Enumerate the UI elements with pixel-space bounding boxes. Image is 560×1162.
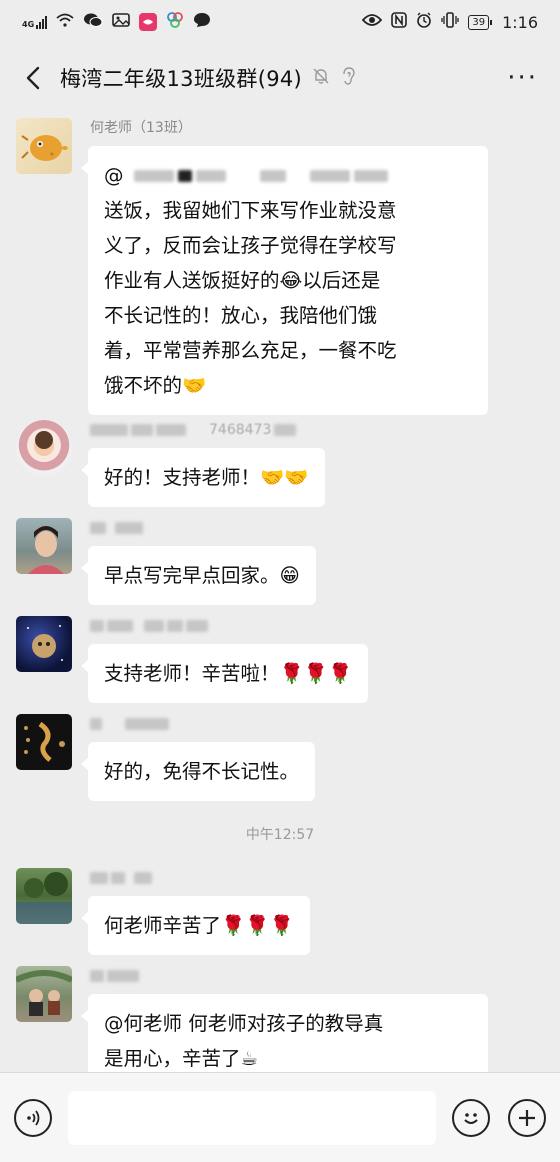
wifi-icon	[56, 13, 74, 31]
message-bubble[interactable]: 早点写完早点回家。😁	[81, 546, 316, 605]
battery-icon: 39	[468, 14, 492, 30]
plus-icon	[519, 1109, 535, 1126]
back-chevron-icon	[26, 66, 40, 90]
chat-header: 梅湾二年级13班级群(94) ···	[0, 44, 560, 112]
ear-icon	[340, 66, 356, 90]
emoji-button[interactable]	[452, 1098, 490, 1137]
avatar[interactable]	[16, 868, 72, 924]
plus-button[interactable]	[508, 1098, 546, 1137]
status-right: 39 1:16	[362, 12, 538, 32]
sender-name	[90, 616, 208, 636]
message-bubble[interactable]: 支持老师！辛苦啦！🌹🌹🌹	[80, 644, 369, 703]
timestamp: 中午12:57	[245, 827, 315, 843]
message-line: 作业有人送饭挺好的😂以后还是	[104, 269, 381, 292]
bell-off-icon	[312, 67, 330, 89]
message-bubble[interactable]: 何老师辛苦了🌹🌹🌹	[81, 896, 310, 955]
message-input[interactable]	[68, 1090, 436, 1145]
avatar[interactable]	[16, 518, 72, 574]
sender-id-partial: 7468473	[209, 422, 272, 438]
message-line: 不长记性的！放心，我陪他们饿	[104, 304, 378, 327]
chat-area[interactable]: 何老师（13班） @ 送饭，我留她们下来写作业就没意 义了，反而会让孩子觉得在学…	[0, 112, 560, 1088]
message-line: 义了，反而会让孩子觉得在学校写	[104, 234, 397, 257]
sender-name	[90, 868, 152, 888]
message-line: 是用心，辛苦了☕	[104, 1047, 258, 1070]
status-bar: 4G 39 1:16	[0, 0, 560, 44]
voice-button[interactable]	[14, 1098, 52, 1137]
vibrate-icon	[441, 12, 459, 32]
message-bubble[interactable]: 好的！支持老师！🤝🤝	[81, 448, 325, 507]
avatar[interactable]	[16, 714, 72, 770]
emoji-icon	[464, 1112, 478, 1124]
sender-name	[90, 966, 139, 986]
back-button[interactable]	[18, 58, 48, 98]
message-line: 着，平常营养那么充足，一餐不吃	[104, 339, 397, 362]
network-type: 4G	[22, 19, 35, 29]
sender-name	[90, 518, 143, 538]
signal-group: 4G	[22, 15, 48, 29]
link-app-icon	[166, 11, 184, 33]
message-icon	[193, 12, 211, 32]
message-line: @何老师 何老师对孩子的教导真	[104, 1012, 384, 1035]
more-button[interactable]: ···	[503, 63, 542, 93]
app-notification-icon	[139, 13, 158, 31]
input-bar	[0, 1072, 560, 1162]
sender-name: 7468473	[90, 420, 297, 440]
message-bubble[interactable]: 好的，免得不长记性。	[80, 742, 316, 801]
sender-name	[90, 714, 169, 734]
alarm-icon	[416, 12, 432, 32]
chat-title: 梅湾二年级13班级群(94)	[60, 67, 303, 91]
clock: 1:16	[502, 12, 538, 32]
eye-icon	[362, 13, 383, 31]
message-line: 饿不坏的🤝	[104, 374, 207, 397]
avatar[interactable]	[16, 966, 72, 1022]
gallery-icon	[112, 12, 130, 32]
status-left: 4G	[22, 11, 211, 33]
nfc-icon	[391, 12, 408, 32]
avatar[interactable]	[16, 118, 72, 174]
avatar[interactable]	[16, 616, 72, 672]
avatar[interactable]	[16, 420, 72, 476]
voice-icon	[27, 1109, 40, 1126]
message-line: @	[104, 158, 472, 193]
wechat-icon	[83, 12, 103, 32]
message-line: 送饭，我留她们下来写作业就没意	[104, 199, 397, 222]
signal-icon	[36, 15, 48, 29]
sender-name: 何老师（13班）	[90, 120, 192, 136]
message-bubble[interactable]: @ 送饭，我留她们下来写作业就没意 义了，反而会让孩子觉得在学校写 作业有人送饭…	[81, 146, 488, 415]
